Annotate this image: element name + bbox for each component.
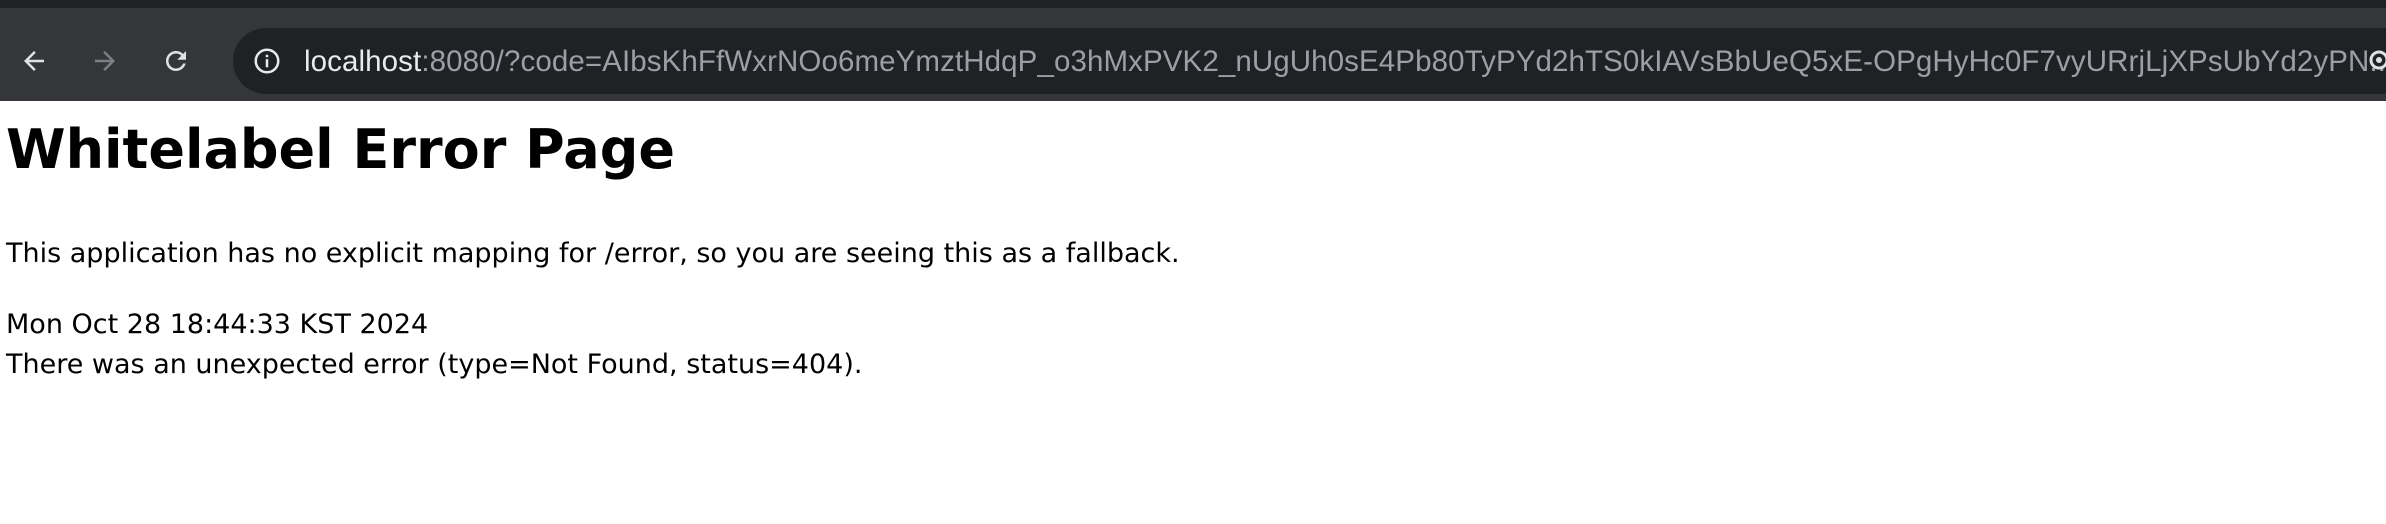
- back-arrow-icon: [24, 51, 44, 71]
- error-description: There was an unexpected error (type=Not …: [6, 349, 863, 380]
- reload-icon: [166, 51, 186, 71]
- url-text[interactable]: localhost:8080/?code=AIbsKhFfWxrNOo6meYm…: [304, 45, 2386, 79]
- page-title: Whitelabel Error Page: [6, 118, 676, 181]
- url-path: :8080/?code=AIbsKhFfWxrNOo6meYmztHdqP_o3…: [421, 45, 2386, 78]
- back-button[interactable]: [10, 37, 58, 85]
- error-details: Mon Oct 28 18:44:33 KST 2024 There was a…: [6, 305, 862, 385]
- address-bar[interactable]: localhost:8080/?code=AIbsKhFfWxrNOo6meYm…: [233, 28, 2386, 94]
- forward-button[interactable]: [81, 37, 129, 85]
- error-timestamp: Mon Oct 28 18:44:33 KST 2024: [6, 309, 429, 340]
- url-host: localhost: [304, 45, 422, 78]
- forward-arrow-icon: [95, 51, 115, 71]
- site-info-button[interactable]: [247, 41, 287, 81]
- reload-button[interactable]: [152, 37, 200, 85]
- browser-toolbar: localhost:8080/?code=AIbsKhFfWxrNOo6meYm…: [0, 0, 2386, 101]
- info-icon: [254, 48, 280, 74]
- extension-icon[interactable]: [2368, 49, 2386, 71]
- error-message: This application has no explicit mapping…: [6, 238, 1180, 269]
